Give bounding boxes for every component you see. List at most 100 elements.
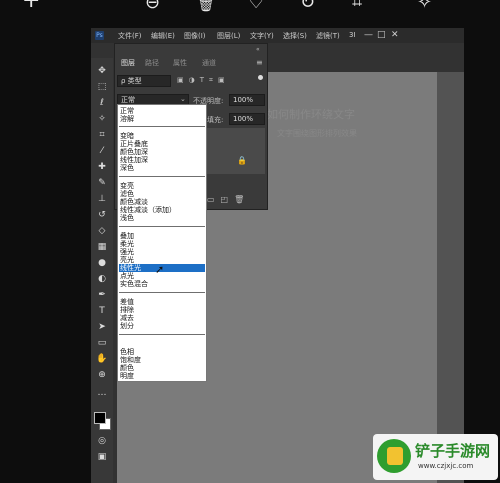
zoom-tool-icon[interactable]: ⊕ — [95, 370, 109, 381]
separator — [119, 226, 205, 227]
path-select-tool-icon[interactable]: ➤ — [95, 322, 109, 333]
menu-select[interactable]: 选择(S) — [283, 31, 307, 41]
pen-tool-icon[interactable]: ✒ — [95, 290, 109, 301]
add-icon[interactable]: + — [22, 0, 40, 12]
more-tools-icon[interactable]: … — [95, 388, 109, 399]
list-item[interactable]: 滤色 — [120, 190, 134, 198]
list-item[interactable]: 颜色 — [120, 364, 134, 372]
shape-tool-icon[interactable]: ▭ — [95, 338, 109, 349]
tab-layers[interactable]: 图层 — [121, 58, 135, 68]
history-brush-tool-icon[interactable]: ↺ — [95, 210, 109, 221]
menu-layer[interactable]: 图层(L) — [217, 31, 240, 41]
right-panel-strip — [437, 72, 464, 483]
foreground-color-swatch[interactable] — [94, 412, 106, 424]
delete-icon[interactable]: 🗑 — [197, 0, 215, 14]
fill-input[interactable]: 100% — [229, 113, 265, 125]
eyedropper-tool-icon[interactable]: ⁄ — [95, 146, 109, 157]
list-item[interactable]: 划分 — [120, 322, 134, 330]
close-button[interactable]: ✕ — [391, 30, 399, 40]
list-item[interactable]: 深色 — [120, 164, 134, 172]
hand-tool-icon[interactable]: ✋ — [95, 354, 109, 365]
zoom-out-icon[interactable]: ⊖ — [145, 0, 160, 12]
tab-channels[interactable]: 通道 — [202, 58, 216, 68]
canvas-text-line-1: 如何制作环绕文字 — [267, 108, 355, 121]
list-item[interactable]: 明度 — [120, 372, 134, 380]
list-item[interactable]: 浅色 — [120, 214, 134, 222]
gradient-tool-icon[interactable]: ▦ — [95, 242, 109, 253]
menu-edit[interactable]: 编辑(E) — [151, 31, 175, 41]
list-item[interactable]: 差值 — [120, 298, 134, 306]
list-item[interactable]: 变暗 — [120, 132, 134, 140]
panel-collapse-icon[interactable]: « — [256, 46, 260, 53]
list-item[interactable]: 变亮 — [120, 182, 134, 190]
list-item[interactable]: 色相 — [120, 348, 134, 356]
eraser-tool-icon[interactable]: ◇ — [95, 226, 109, 237]
lasso-tool-icon[interactable]: ℓ — [95, 98, 109, 109]
tools-panel: ✥ ⬚ ℓ ✧ ⌗ ⁄ ✚ ✎ ⊥ ↺ ◇ ▦ ● ◐ ✒ T ➤ ▭ ✋ ⊕ … — [91, 58, 113, 483]
list-item[interactable]: 线性减淡（添加） — [120, 206, 176, 214]
menu-3d[interactable]: 3I — [349, 31, 356, 39]
healing-brush-tool-icon[interactable]: ✚ — [95, 162, 109, 173]
blur-tool-icon[interactable]: ● — [95, 258, 109, 269]
menu-type[interactable]: 文字(Y) — [250, 31, 274, 41]
opacity-input[interactable]: 100% — [229, 94, 265, 106]
separator — [119, 334, 205, 335]
restore-button[interactable]: □ — [377, 30, 386, 40]
minimize-button[interactable]: — — [364, 30, 373, 40]
watermark-title: 铲子手游网 — [415, 442, 491, 460]
list-item[interactable]: 饱和度 — [120, 356, 141, 364]
list-item-selected[interactable]: 线性光 — [120, 264, 141, 272]
list-item[interactable]: 颜色减淡 — [120, 198, 148, 206]
list-item[interactable]: 点光 — [120, 272, 134, 280]
filter-toggle-icon[interactable] — [258, 75, 263, 80]
menu-filter[interactable]: 滤镜(T) — [316, 31, 340, 41]
list-item[interactable]: 强光 — [120, 248, 134, 256]
lock-icon: 🔒 — [237, 156, 247, 165]
tab-paths[interactable]: 路径 — [145, 58, 159, 68]
brush-tool-icon[interactable]: ✎ — [95, 178, 109, 189]
separator — [119, 292, 205, 293]
layer-filter-icons[interactable]: ▣◑T⌗▣ — [177, 76, 230, 85]
quick-mask-icon[interactable]: ◎ — [95, 436, 109, 447]
type-tool-icon[interactable]: T — [95, 306, 109, 317]
list-item[interactable]: 溶解 — [120, 115, 134, 123]
mouse-cursor-icon: ➚ — [155, 263, 165, 276]
list-item[interactable]: 实色混合 — [120, 280, 148, 288]
magic-wand-tool-icon[interactable]: ✧ — [95, 114, 109, 125]
panel-menu-icon[interactable]: ≡ — [256, 58, 263, 67]
move-tool-icon[interactable]: ✥ — [95, 66, 109, 77]
canvas-text-line-2: 文字围绕图形排列效果 — [277, 129, 357, 138]
list-item[interactable]: 正常 — [120, 107, 134, 115]
list-item[interactable]: 亮光 — [120, 256, 134, 264]
screen-mode-icon[interactable]: ▣ — [95, 452, 109, 463]
list-item[interactable]: 颜色加深 — [120, 148, 148, 156]
list-item[interactable]: 柔光 — [120, 240, 134, 248]
menu-file[interactable]: 文件(F) — [118, 31, 142, 41]
dodge-tool-icon[interactable]: ◐ — [95, 274, 109, 285]
fill-label: 填充: — [207, 116, 224, 124]
shovel-icon — [387, 447, 403, 465]
layer-footer-icons[interactable]: ▭◰🗑 — [207, 195, 250, 204]
list-item[interactable]: 叠加 — [120, 232, 134, 240]
chevron-down-icon: ⌄ — [180, 95, 186, 103]
photoshop-logo: Ps — [95, 31, 104, 40]
rotate-icon[interactable]: ↻ — [300, 0, 315, 12]
separator — [119, 176, 205, 177]
marquee-tool-icon[interactable]: ⬚ — [95, 82, 109, 93]
blend-mode-dropdown[interactable]: 正常 溶解 变暗 正片叠底 颜色加深 线性加深 深色 变亮 滤色 颜色减淡 线性… — [117, 104, 207, 382]
crop-icon[interactable]: ⌗ — [352, 0, 362, 12]
site-watermark: 铲子手游网 www.czjxjc.com — [373, 434, 498, 480]
menu-image[interactable]: 图像(I) — [184, 31, 206, 41]
tab-properties[interactable]: 属性 — [173, 58, 187, 68]
list-item[interactable]: 减去 — [120, 314, 134, 322]
list-item[interactable]: 正片叠底 — [120, 140, 148, 148]
layer-filter-select[interactable]: ρ 类型 — [117, 75, 171, 87]
watermark-url: www.czjxjc.com — [418, 462, 474, 470]
stamp-tool-icon[interactable]: ⊥ — [95, 194, 109, 205]
crop-tool-icon[interactable]: ⌗ — [95, 130, 109, 141]
favorite-icon[interactable]: ♡ — [248, 0, 264, 12]
list-item[interactable]: 线性加深 — [120, 156, 148, 164]
list-item[interactable]: 排除 — [120, 306, 134, 314]
layer-row[interactable]: 🔒 — [207, 128, 265, 174]
magic-edit-icon[interactable]: ✧ — [417, 0, 432, 12]
